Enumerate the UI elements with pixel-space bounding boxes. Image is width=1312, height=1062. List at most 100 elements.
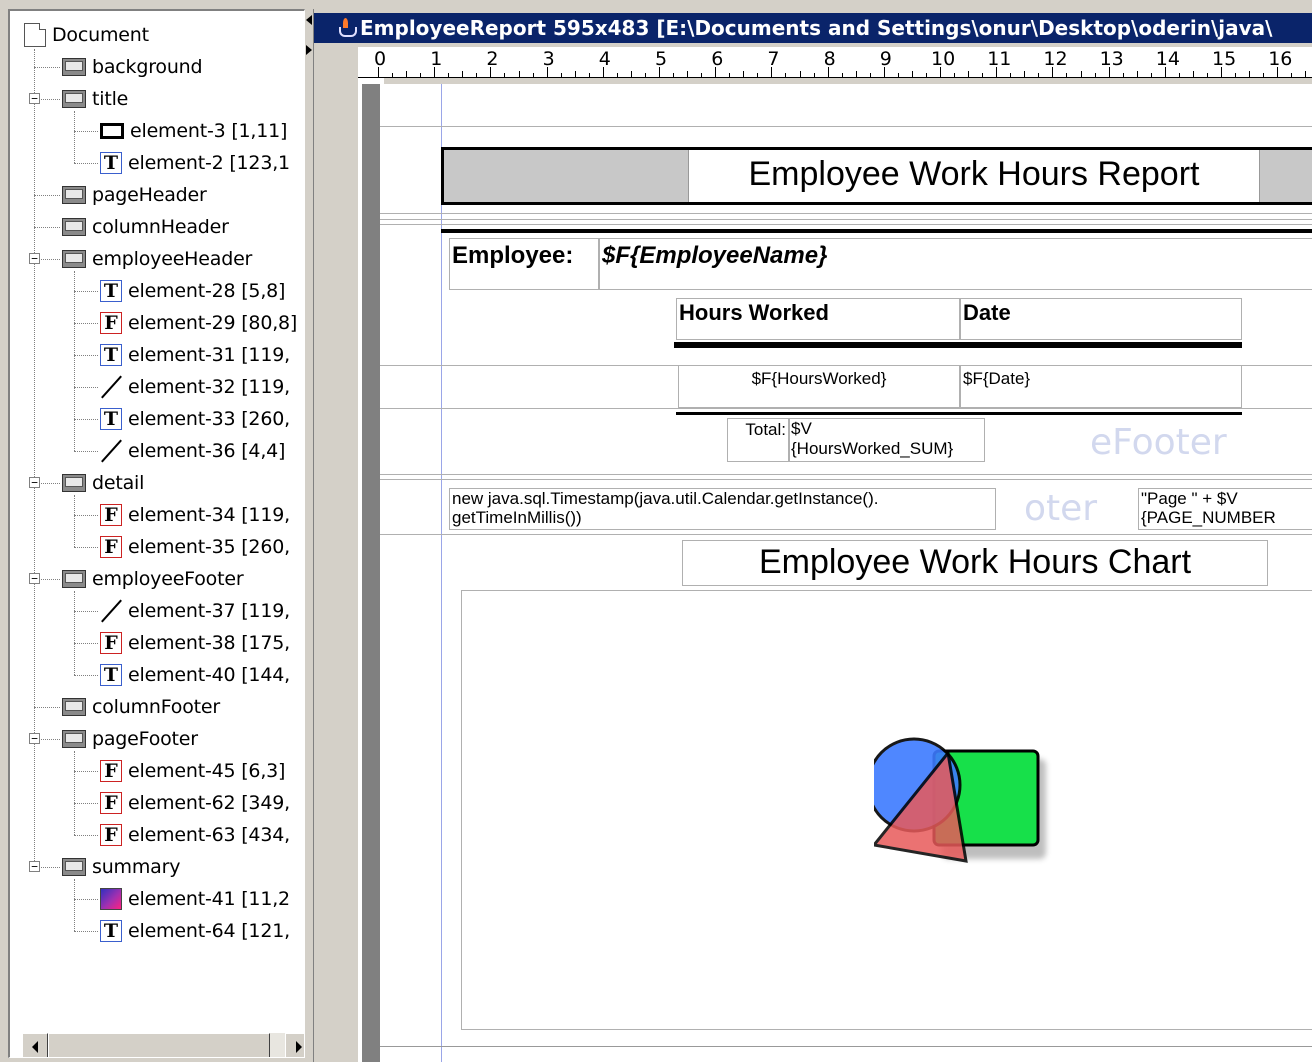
collapse-toggle-icon[interactable]: − (29, 253, 40, 264)
tree-band-pageFooter[interactable]: pageFooter (62, 725, 198, 753)
ruler-number: 3 (542, 48, 555, 70)
hours-worked-field[interactable]: $F{HoursWorked} (678, 365, 960, 408)
tree-element-node[interactable]: Felement-34 [119, (100, 501, 290, 529)
tree-node-label: element-32 [119, (128, 376, 290, 398)
collapse-left-icon[interactable] (306, 15, 312, 25)
tree-element-node[interactable]: element-41 [11,2 (100, 885, 290, 913)
tree-element-node[interactable]: element-37 [119, (100, 597, 290, 625)
page-number-field[interactable]: "Page " + $V {PAGE_NUMBER (1138, 488, 1312, 530)
chart-title[interactable]: Employee Work Hours Chart (682, 540, 1268, 586)
static-text-icon: T (100, 344, 122, 366)
tree-band-title[interactable]: title (62, 85, 128, 113)
collapse-toggle-icon[interactable]: − (29, 93, 40, 104)
tree-node-label: element-37 [119, (128, 600, 290, 622)
band-folder-icon (62, 250, 86, 268)
tree-node-label: element-35 [260, (128, 536, 290, 558)
tree-element-node[interactable]: element-36 [4,4] (100, 437, 285, 465)
band-folder-icon (62, 730, 86, 748)
tree-element-node[interactable]: Felement-38 [175, (100, 629, 290, 657)
tree-element-node[interactable]: Felement-62 [349, (100, 789, 290, 817)
expand-right-icon[interactable] (306, 45, 312, 55)
ruler-tick (630, 71, 632, 77)
tree-band-columnFooter[interactable]: columnFooter (62, 693, 220, 721)
tree-element-node[interactable]: Felement-63 [434, (100, 821, 290, 849)
employee-footer-line[interactable] (676, 412, 1242, 415)
total-sum-field[interactable]: $V {HoursWorked_SUM} (789, 418, 985, 462)
tree-connector (74, 387, 98, 388)
ruler-tick (1277, 67, 1279, 77)
ruler-tick (869, 73, 871, 77)
band-folder-icon (62, 858, 86, 876)
tree-band-pageHeader[interactable]: pageHeader (62, 181, 207, 209)
tree-element-node[interactable]: Telement-33 [260, (100, 405, 290, 433)
ruler-tick (701, 73, 703, 77)
tree-element-node[interactable]: Telement-28 [5,8] (100, 277, 285, 305)
total-label[interactable]: Total: (727, 418, 789, 462)
tree-element-node[interactable]: Telement-31 [119, (100, 341, 290, 369)
title-rectangle[interactable]: Employee Work Hours Report (441, 147, 1312, 205)
ruler-tick (813, 73, 815, 77)
tree-band-summary[interactable]: summary (62, 853, 180, 881)
ruler-tick (785, 73, 787, 77)
tree-band-employeeFooter[interactable]: employeeFooter (62, 565, 244, 593)
tree-connector (74, 835, 98, 836)
collapse-toggle-icon[interactable]: − (29, 861, 40, 872)
tree-node-label: summary (92, 856, 181, 878)
tree-connector (74, 291, 98, 292)
collapse-toggle-icon[interactable]: − (29, 733, 40, 744)
ruler-tick (841, 73, 843, 77)
arrow-right-icon (296, 1041, 302, 1053)
tree-root-node[interactable]: Document (24, 21, 149, 49)
tree-element-node[interactable]: Felement-45 [6,3] (100, 757, 285, 785)
column-header-underline[interactable] (674, 342, 1242, 348)
ruler-tick (673, 73, 675, 77)
employee-name-field[interactable]: $F{EmployeeName} (599, 238, 1312, 290)
tree-element-node[interactable]: Felement-29 [80,8] (100, 309, 297, 337)
ruler-tick (490, 67, 492, 77)
line-icon (100, 376, 122, 398)
date-field[interactable]: $F{Date} (960, 365, 1242, 408)
tree-element-node[interactable]: Telement-64 [121, (100, 917, 290, 945)
tree-element-node[interactable]: Felement-35 [260, (100, 533, 290, 561)
tree-root: Document background title element-3 [1,11] T… (10, 11, 304, 1057)
ruler-tick (378, 67, 379, 77)
ruler-number: 2 (486, 48, 499, 70)
ruler-tick (560, 73, 562, 77)
hours-worked-header[interactable]: Hours Worked (676, 298, 960, 340)
band-folder-icon (62, 186, 86, 204)
tree-node-label: element-33 [260, (128, 408, 290, 430)
tree-element-node[interactable]: Telement-40 [144, (100, 661, 290, 689)
tree-connector (74, 271, 75, 451)
tree-band-columnHeader[interactable]: columnHeader (62, 213, 229, 241)
tree-band-detail[interactable]: detail (62, 469, 144, 497)
tree-element-node[interactable]: element-32 [119, (100, 373, 290, 401)
tree-band-background[interactable]: background (62, 53, 203, 81)
timestamp-field[interactable]: new java.sql.Timestamp(java.util.Calenda… (449, 488, 996, 530)
collapse-toggle-icon[interactable]: − (29, 477, 40, 488)
tree-connector (74, 515, 98, 516)
collapse-toggle-icon[interactable]: − (29, 573, 40, 584)
tree-horizontal-scrollbar[interactable] (22, 1033, 304, 1057)
band-separator (380, 219, 1312, 220)
panel-splitter[interactable] (305, 0, 313, 1062)
editor-title: EmployeeReport 595x483 [E:\Documents and… (360, 16, 1273, 40)
tree-element-node[interactable]: Telement-2 [123,1 (100, 149, 290, 177)
editor-title-bar[interactable]: EmployeeReport 595x483 [E:\Documents and… (314, 13, 1312, 43)
report-design-canvas[interactable]: eFooter oter Employee Work Hours Report … (380, 84, 1312, 1062)
scroll-right-button[interactable] (285, 1033, 304, 1057)
band-separator (380, 126, 1312, 127)
tree-element-node[interactable]: element-3 [1,11] (100, 117, 287, 145)
employee-label[interactable]: Employee: (449, 238, 599, 290)
chart-image-placeholder[interactable] (461, 590, 1312, 1030)
ruler-tick (1080, 71, 1082, 77)
report-title[interactable]: Employee Work Hours Report (688, 150, 1260, 202)
ruler-tick (1024, 71, 1026, 77)
tree-node-label: Document (52, 24, 149, 46)
scroll-left-button[interactable] (22, 1033, 48, 1057)
tree-band-employeeHeader[interactable]: employeeHeader (62, 245, 252, 273)
scroll-thumb[interactable] (48, 1033, 270, 1057)
date-header[interactable]: Date (960, 298, 1242, 340)
band-folder-icon (62, 474, 86, 492)
employee-header-line[interactable] (441, 229, 1312, 233)
report-structure-tree[interactable]: Document background title element-3 [1,11] T… (8, 9, 305, 1058)
